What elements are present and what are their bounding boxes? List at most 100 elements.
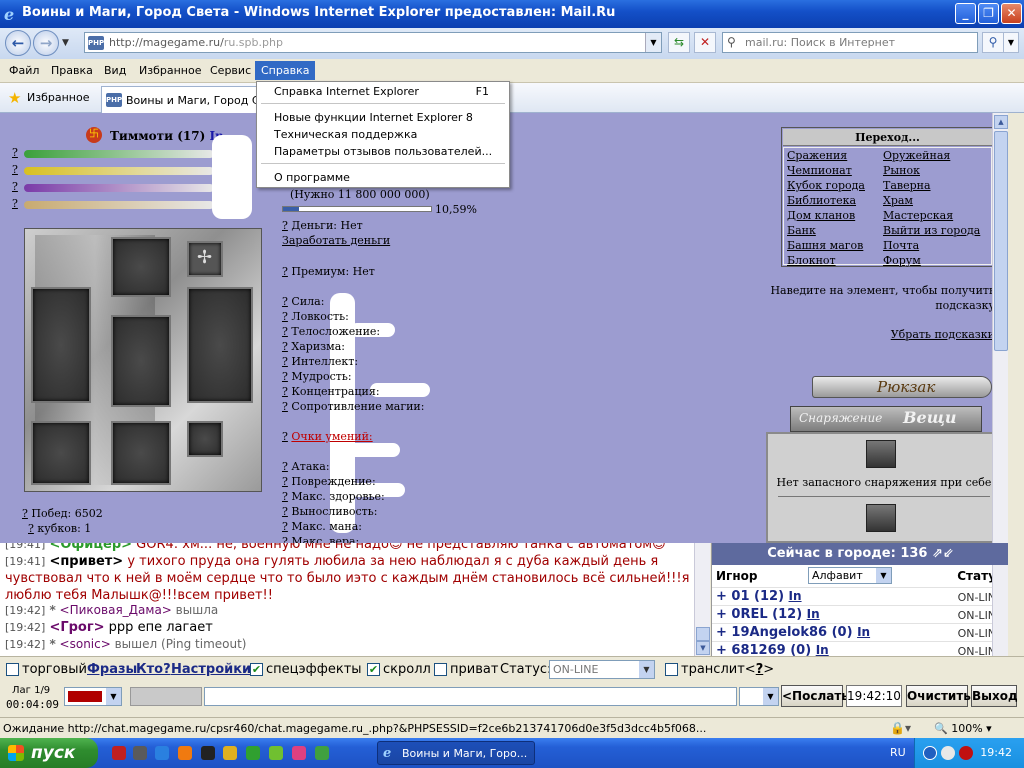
quicklaunch-icon[interactable] (112, 746, 126, 760)
equip-slot-ring[interactable] (31, 421, 91, 485)
online-user-row[interactable]: + 0REL (12) In ON-LINE (712, 605, 1008, 623)
effects-checkbox[interactable]: ✔ (250, 663, 263, 676)
chat-scroll-track[interactable]: ▼ (695, 543, 710, 656)
help-link[interactable]: ? (282, 520, 288, 533)
help-link[interactable]: ? (282, 505, 288, 518)
scroll-thumb[interactable] (994, 131, 1008, 351)
quicklaunch-icon[interactable] (246, 746, 260, 760)
menu-item-ie-help[interactable]: Справка Internet Explorer (274, 85, 419, 98)
quicklaunch-icon[interactable] (292, 746, 306, 760)
chevron-down-icon[interactable]: ▼ (763, 688, 778, 705)
scroll-up-icon[interactable]: ▲ (994, 115, 1008, 129)
language-indicator[interactable]: RU (890, 746, 906, 759)
chat-nick[interactable]: <Грог> (49, 620, 104, 635)
chevron-down-icon[interactable]: ▼ (639, 661, 654, 678)
tray-icon[interactable] (941, 746, 955, 760)
equip-slot-right-hand[interactable] (31, 287, 91, 403)
history-dropdown-icon[interactable]: ▼ (62, 38, 69, 48)
forward-button[interactable]: → (33, 30, 59, 56)
icq-icon[interactable] (269, 746, 283, 760)
help-link[interactable]: ? (12, 180, 18, 193)
online-user-nick[interactable]: + 681269 (0) In (716, 643, 829, 656)
help-link[interactable]: ? (282, 370, 288, 383)
help-link[interactable]: ? (282, 355, 288, 368)
bag-icon[interactable] (866, 504, 896, 532)
nav-link[interactable]: Банк (787, 224, 816, 237)
minimize-button[interactable]: _ (955, 3, 976, 24)
hand-icon[interactable] (866, 440, 896, 468)
nav-link[interactable]: Кубок города (787, 179, 865, 192)
online-user-nick[interactable]: + 01 (12) In (716, 589, 802, 604)
sort-select[interactable]: Алфавит ▼ (808, 567, 892, 584)
color-select[interactable]: ▼ (64, 687, 122, 706)
page-scrollbar[interactable]: ▲ (992, 113, 1008, 543)
help-link[interactable]: ? (282, 385, 288, 398)
quicklaunch-icon[interactable] (315, 746, 329, 760)
help-link[interactable]: ? (282, 400, 288, 413)
translit-help-link[interactable]: ? (756, 662, 764, 677)
menu-item-about[interactable]: О программе (274, 171, 350, 184)
recipient-field[interactable] (130, 687, 202, 706)
window-titlebar[interactable]: e Воины и Маги, Город Света - Windows In… (0, 0, 1024, 28)
ie-quicklaunch-icon[interactable] (155, 746, 169, 760)
chevron-down-icon[interactable]: ▼ (106, 688, 121, 705)
refresh-icon[interactable]: ⇆ (668, 32, 690, 53)
stop-icon[interactable]: ✕ (694, 32, 716, 53)
chevron-down-icon[interactable]: ▼ (876, 568, 891, 583)
nav-link[interactable]: Выйти из города (883, 224, 980, 237)
start-button[interactable]: пуск (0, 738, 98, 768)
equip-slot-head[interactable] (111, 237, 171, 297)
help-link[interactable]: ? (282, 325, 288, 338)
antivirus-icon[interactable] (959, 746, 973, 760)
help-link[interactable]: ? (12, 163, 18, 176)
skill-points[interactable]: ? Очки умений: (282, 430, 373, 443)
help-link[interactable]: ? (282, 295, 288, 308)
search-input[interactable]: ⚲ mail.ru: Поиск в Интернет (722, 32, 978, 53)
online-user-row[interactable]: + 01 (12) In ON-LINE (712, 587, 1008, 605)
settings-link[interactable]: Настройки (171, 662, 251, 677)
favorites-button[interactable]: Избранное (27, 91, 89, 104)
menu-file[interactable]: Файл (9, 64, 39, 77)
menu-tools[interactable]: Сервис (210, 64, 251, 77)
tab-equipment[interactable]: Снаряжение (799, 411, 882, 425)
translit-checkbox[interactable] (665, 663, 678, 676)
clan-icon[interactable]: 卐 (86, 127, 102, 143)
nav-link[interactable]: Дом кланов (787, 209, 855, 222)
online-user-nick[interactable]: + 19Angelok86 (0) In (716, 625, 870, 640)
earn-money-link[interactable]: Заработать деньги (282, 234, 390, 247)
menu-item-new-features[interactable]: Новые функции Internet Explorer 8 (274, 111, 473, 124)
online-user-row[interactable]: + 19Angelok86 (0) In ON-LINE (712, 623, 1008, 641)
quicklaunch-icon[interactable] (201, 746, 215, 760)
popout-icon[interactable]: ⇗⇙ (932, 546, 954, 561)
nav-link[interactable]: Сражения (787, 149, 847, 162)
nav-link[interactable]: Блокнот (787, 254, 836, 267)
chat-nick[interactable]: <привет> (49, 554, 123, 569)
status-select[interactable]: ON-LINE ▼ (549, 660, 655, 679)
phrases-link[interactable]: Фразы (87, 662, 137, 677)
menu-item-feedback[interactable]: Параметры отзывов пользователей... (274, 145, 492, 158)
private-checkbox[interactable] (434, 663, 447, 676)
nav-link[interactable]: Рынок (883, 164, 920, 177)
menu-help[interactable]: Справка (255, 61, 316, 80)
favorites-star-icon[interactable]: ★ (8, 89, 21, 107)
url-dropdown-icon[interactable]: ▼ (645, 33, 661, 52)
address-input[interactable]: PHP http://magegame.ru/ru.spb.php ▼ (84, 32, 662, 53)
scroll-checkbox[interactable]: ✔ (367, 663, 380, 676)
scroll-down-icon[interactable]: ▼ (696, 641, 710, 655)
close-button[interactable]: ✕ (1001, 3, 1022, 24)
who-link[interactable]: Кто? (136, 662, 171, 677)
message-history-select[interactable]: ▼ (739, 687, 779, 706)
help-link[interactable]: ? (282, 490, 288, 503)
nav-link[interactable]: Оружейная (883, 149, 950, 162)
help-link[interactable]: ? (282, 535, 288, 543)
trade-checkbox[interactable] (6, 663, 19, 676)
zoom-level[interactable]: 🔍 100% ▾ (934, 722, 992, 735)
nav-link[interactable]: Библиотека (787, 194, 856, 207)
exit-button[interactable]: Выход (971, 685, 1018, 707)
menu-edit[interactable]: Правка (51, 64, 93, 77)
equip-slot-belt[interactable] (187, 421, 223, 457)
nav-link[interactable]: Чемпионат (787, 164, 852, 177)
online-scrollbar[interactable] (992, 565, 1008, 656)
tray-arrow-icon[interactable] (923, 746, 937, 760)
online-user-nick[interactable]: + 0REL (12) In (716, 607, 820, 622)
